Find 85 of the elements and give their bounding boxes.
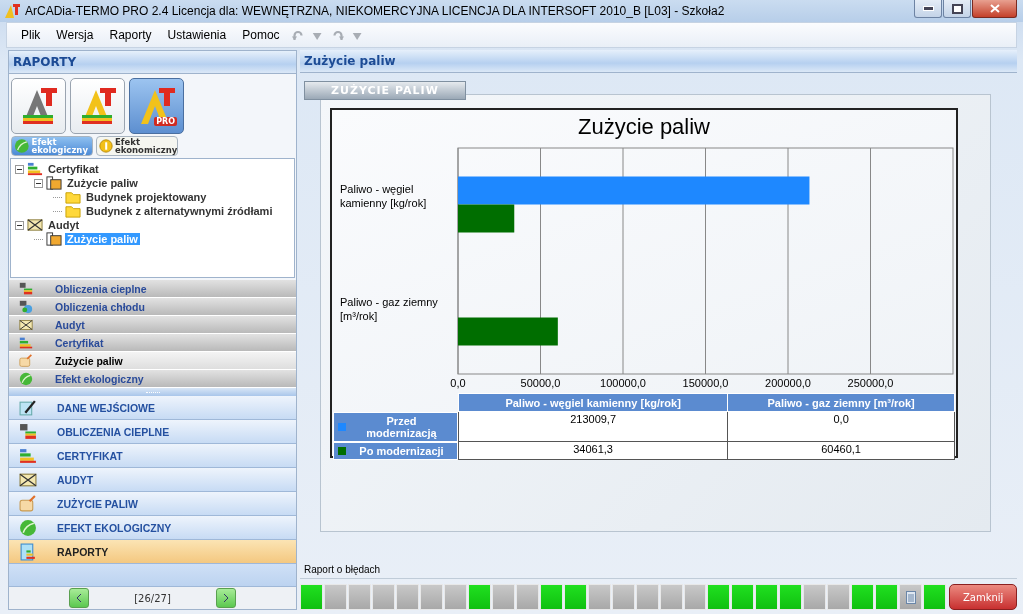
tree-item[interactable]: Certyfikat: [46, 163, 101, 175]
axis-tick-label: 150000,0: [682, 377, 729, 389]
table-cell: 213009,7: [458, 411, 728, 442]
tree-item[interactable]: Audyt: [46, 219, 82, 231]
menu-item[interactable]: Pomoc: [234, 28, 288, 42]
column-header: Paliwo - gaz ziemny [m³/rok]: [727, 393, 955, 412]
rating-bars-icon: [19, 281, 33, 296]
panel-header: Zużycie paliw: [300, 50, 1017, 73]
document-icon: [46, 231, 62, 247]
menu-item[interactable]: Wersja: [48, 28, 102, 42]
rating-bars-icon: [27, 161, 43, 177]
chevron-left-icon: [75, 593, 84, 603]
axis-tick-label: 250000,0: [847, 377, 894, 389]
nav-item[interactable]: AUDYT: [9, 468, 296, 492]
redo-icon: [330, 28, 345, 42]
menu-item[interactable]: Plik: [13, 28, 49, 42]
panel-header: RAPORTY: [9, 51, 296, 74]
category-label: Paliwo - gaz ziemny [m³/rok]: [340, 295, 438, 322]
axis-tick-label: 0,0: [450, 377, 466, 389]
report-group[interactable]: Zużycie paliw: [9, 352, 296, 370]
menu-item[interactable]: Raporty: [101, 28, 160, 42]
report-group[interactable]: Obliczenia chłodu: [9, 298, 296, 316]
row-label: Po modernizacji: [358, 444, 445, 457]
tree-item[interactable]: Zużycie paliw: [65, 177, 140, 189]
close-icon: [989, 4, 1000, 13]
module-button[interactable]: PRO: [129, 78, 184, 134]
bubbles-icon: [19, 299, 33, 314]
effect-tab[interactable]: Efekt ekonomiczny: [96, 136, 178, 156]
leaf-icon: [19, 371, 33, 386]
expand-toggle[interactable]: [34, 178, 43, 188]
nav-item[interactable]: DANE WEJŚCIOWE: [9, 396, 296, 420]
folder-icon: [65, 189, 81, 205]
splitter-handle[interactable]: [9, 388, 296, 396]
nav-item[interactable]: ZUŻYCIE PALIW: [9, 492, 296, 516]
expand-toggle[interactable]: [15, 220, 24, 230]
axis-tick-label: 50000,0: [520, 377, 561, 389]
fuel-box-icon: [19, 353, 33, 368]
row-label: Przed modernizacją: [365, 414, 438, 439]
report-group[interactable]: Obliczenia cieplne: [9, 280, 296, 298]
crossed-box-icon: [27, 217, 43, 233]
tree-item[interactable]: Budynek projektowany: [84, 191, 209, 203]
document-icon: [46, 175, 62, 191]
nav-item[interactable]: EFEKT EKOLOGICZNY: [9, 516, 296, 540]
axis-tick-label: 100000,0: [600, 377, 646, 389]
report-group[interactable]: Certyfikat: [9, 334, 296, 352]
previous-button[interactable]: [69, 588, 90, 608]
menu-item[interactable]: Ustawienia: [159, 28, 235, 42]
nav-item[interactable]: OBLICZENIA CIEPLNE: [9, 420, 296, 444]
report-group[interactable]: Audyt: [9, 316, 296, 334]
window-title: ArCADia-TERMO PRO 2.4 Licencja dla: WEWNĘTRZNA, NIEKOMERCYJNA LICENCJA DLA INTERSOFT 2010_B [L03] - Szkoła2: [25, 4, 726, 18]
document-icon: [905, 590, 916, 604]
folder-icon: [65, 203, 81, 219]
nav-item[interactable]: CERTYFIKAT: [9, 444, 296, 468]
coin-icon: [99, 138, 113, 154]
chevron-right-icon: [221, 593, 230, 603]
rating-bars-icon: [19, 422, 37, 441]
axis-tick-label: 200000,0: [765, 377, 811, 389]
pencil-icon: [19, 398, 37, 417]
tree-item[interactable]: Budynek z alternatywnymi źródłami: [84, 205, 275, 217]
rating-bars-icon: [19, 335, 33, 350]
page-indicator: [26/27]: [134, 592, 171, 604]
rating-bars-icon: [19, 446, 37, 465]
minimize-button[interactable]: [914, 0, 942, 18]
crossed-box-icon: [19, 317, 33, 332]
column-header: Paliwo - węgiel kamienny [kg/rok]: [458, 393, 728, 412]
error-report-label: Raport o błędach: [300, 562, 1017, 579]
close-button[interactable]: [972, 0, 1017, 18]
expand-toggle[interactable]: [15, 164, 24, 174]
undo-icon: [290, 28, 305, 42]
next-button[interactable]: [215, 588, 236, 608]
leaf-icon: [19, 518, 37, 537]
nav-item[interactable]: RAPORTY: [9, 540, 296, 564]
chart-title: Zużycie paliw: [576, 113, 711, 141]
module-button[interactable]: [11, 78, 66, 134]
maximize-button[interactable]: [943, 0, 971, 18]
category-label: Paliwo - węgiel kamienny [kg/rok]: [340, 182, 427, 209]
app-icon: [4, 3, 20, 19]
report-icon: [19, 542, 37, 561]
pro-badge: PRO: [154, 117, 177, 126]
table-cell: 0,0: [727, 411, 955, 442]
module-button[interactable]: [70, 78, 125, 134]
close-button[interactable]: Zamknij: [949, 584, 1018, 610]
report-group[interactable]: Efekt ekologiczny: [9, 370, 296, 388]
fuel-box-icon: [19, 494, 37, 513]
leaf-icon: [14, 138, 30, 154]
